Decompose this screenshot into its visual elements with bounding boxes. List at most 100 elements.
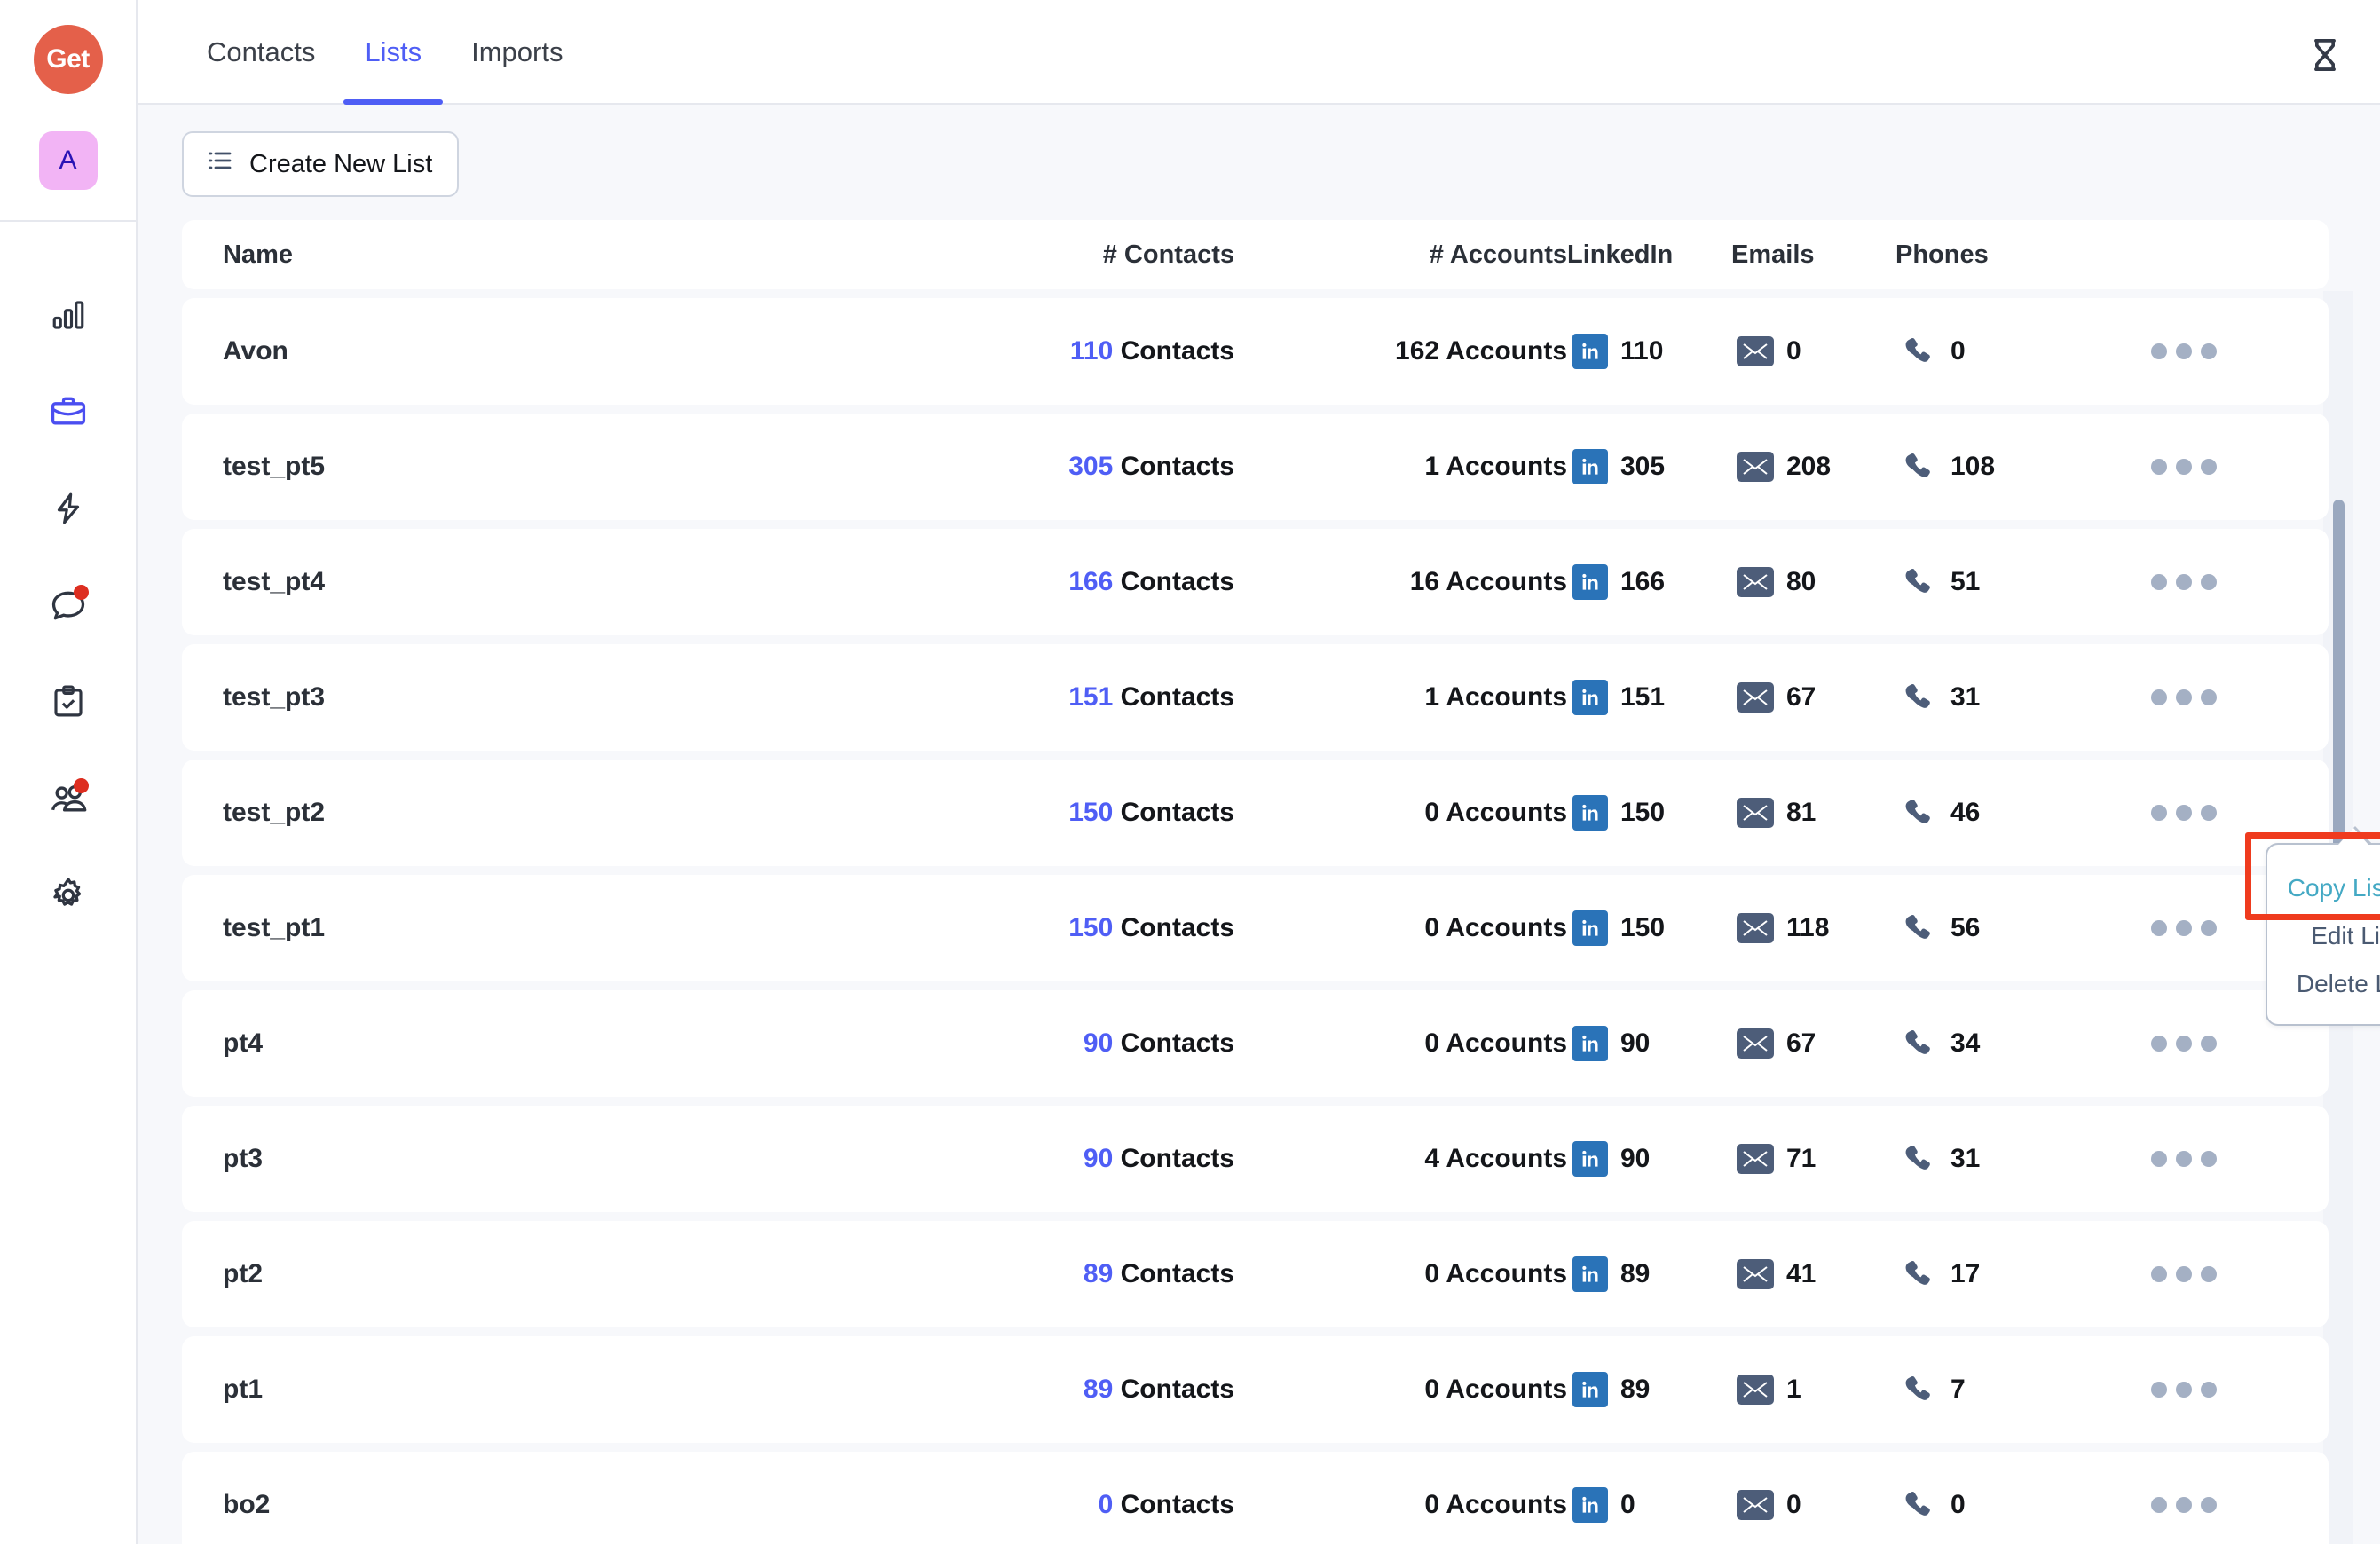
phone-icon [1901,1140,1938,1178]
tab-imports[interactable]: Imports [446,0,587,105]
cell-contacts[interactable]: 150 Contacts [897,798,1234,828]
sidebar-item-deals[interactable] [43,386,94,437]
linkedin-count: 151 [1620,682,1665,713]
sidebar-item-messages[interactable] [43,579,94,631]
table-row[interactable]: test_pt1150 Contacts0 Accounts15011856 [182,875,2329,981]
table-row[interactable]: pt289 Contacts0 Accounts894117 [182,1221,2329,1327]
cell-contacts[interactable]: 89 Contacts [897,1259,1234,1289]
bar-chart-icon [50,296,87,334]
cell-emails: 0 [1731,1490,1895,1520]
linkedin-icon [1572,795,1608,831]
main-area: Contacts Lists Imports [138,0,2380,1544]
row-actions-menu-button[interactable] [2142,681,2226,714]
accounts-suffix: Accounts [1446,336,1567,366]
table-row[interactable]: pt189 Contacts0 Accounts8917 [182,1336,2329,1443]
sidebar-item-settings[interactable] [43,870,94,921]
row-actions-menu-button[interactable] [2142,1373,2226,1406]
phones-count: 7 [1950,1375,1966,1405]
cell-linkedin: 0 [1567,1487,1731,1523]
emails-count: 0 [1786,336,1801,366]
sidebar-item-contacts[interactable] [43,773,94,824]
cell-linkedin: 150 [1567,910,1731,946]
cell-emails: 208 [1731,452,1895,482]
table-row[interactable]: test_pt5305 Contacts1 Accounts305208108 [182,414,2329,520]
row-actions-menu-button[interactable] [2142,1257,2226,1291]
create-new-list-button[interactable]: Create New List [182,131,459,197]
email-icon [1737,336,1774,366]
linkedin-count: 150 [1620,913,1665,943]
row-actions-menu-button[interactable] [2142,796,2226,830]
accounts-count: 0 [1424,798,1439,827]
linkedin-icon [1572,1256,1608,1292]
contacts-count: 110 [1070,336,1113,366]
contacts-suffix: Contacts [1121,452,1234,481]
cell-contacts[interactable]: 90 Contacts [897,1144,1234,1174]
avatar[interactable]: A [39,131,98,190]
table-row[interactable]: bo20 Contacts0 Accounts000 [182,1452,2329,1544]
contacts-count: 0 [1099,1490,1114,1519]
cell-phones: 56 [1895,910,2073,947]
phones-count: 56 [1950,913,1980,943]
cell-phones: 51 [1895,563,2073,601]
sidebar-item-analytics[interactable] [43,289,94,341]
sidebar-item-automations[interactable] [43,483,94,534]
accounts-count: 0 [1424,1490,1439,1519]
cell-contacts[interactable]: 90 Contacts [897,1028,1234,1059]
menu-item-delete-list[interactable]: Delete List [2267,960,2380,1008]
row-actions-menu-button[interactable] [2142,1142,2226,1176]
hourglass-icon[interactable] [2302,32,2348,78]
phone-icon [1901,1025,1938,1062]
row-actions-menu-button[interactable] [2142,335,2226,368]
table-row[interactable]: test_pt3151 Contacts1 Accounts1516731 [182,644,2329,751]
app-logo[interactable]: Get [34,25,103,94]
cell-list-name: test_pt1 [223,913,897,943]
row-actions-menu-button[interactable] [2142,1027,2226,1060]
row-actions-menu-button[interactable] [2142,565,2226,599]
cell-contacts[interactable]: 166 Contacts [897,567,1234,597]
linkedin-icon [1572,910,1608,946]
cell-contacts[interactable]: 151 Contacts [897,682,1234,713]
cell-list-name: pt1 [223,1375,897,1405]
list-context-menu: Copy List ID Edit List Delete List [2266,843,2380,1026]
contacts-suffix: Contacts [1121,567,1234,596]
sidebar-item-tasks[interactable] [43,676,94,728]
messages-badge-dot [74,585,89,600]
menu-item-edit-list[interactable]: Edit List [2267,912,2380,960]
accounts-count: 162 [1395,336,1439,366]
cell-contacts[interactable]: 110 Contacts [897,336,1234,366]
row-actions-menu-button[interactable] [2142,1488,2226,1522]
tab-contacts[interactable]: Contacts [182,0,340,105]
cell-contacts[interactable]: 89 Contacts [897,1375,1234,1405]
row-actions-menu-button[interactable] [2142,911,2226,945]
cell-contacts[interactable]: 150 Contacts [897,913,1234,943]
cell-actions [2073,796,2295,830]
phone-icon [1901,1486,1938,1524]
phone-icon [1901,333,1938,370]
cell-phones: 17 [1895,1256,2073,1293]
cell-contacts[interactable]: 305 Contacts [897,452,1234,482]
emails-count: 71 [1786,1144,1816,1174]
cell-accounts: 0 Accounts [1234,1028,1567,1059]
accounts-suffix: Accounts [1446,798,1567,827]
cell-linkedin: 305 [1567,449,1731,484]
contacts-count: 89 [1084,1259,1113,1288]
row-actions-menu-button[interactable] [2142,450,2226,484]
cell-emails: 67 [1731,682,1895,713]
table-row[interactable]: pt390 Contacts4 Accounts907131 [182,1106,2329,1212]
cell-list-name: Avon [223,336,897,366]
cell-accounts: 1 Accounts [1234,682,1567,713]
tab-lists[interactable]: Lists [340,0,446,105]
table-row[interactable]: Avon110 Contacts162 Accounts11000 [182,298,2329,405]
cell-list-name: pt4 [223,1028,897,1059]
table-row[interactable]: pt490 Contacts0 Accounts906734 [182,990,2329,1097]
email-icon [1737,913,1774,943]
cell-actions [2073,1488,2295,1522]
email-icon [1737,798,1774,828]
cell-contacts[interactable]: 0 Contacts [897,1490,1234,1520]
table-row[interactable]: test_pt2150 Contacts0 Accounts1508146 [182,760,2329,866]
phones-count: 108 [1950,452,1995,482]
accounts-suffix: Accounts [1446,1375,1567,1404]
phones-count: 31 [1950,682,1980,713]
menu-item-copy-list-id[interactable]: Copy List ID [2267,864,2380,912]
table-row[interactable]: test_pt4166 Contacts16 Accounts1668051 [182,529,2329,635]
